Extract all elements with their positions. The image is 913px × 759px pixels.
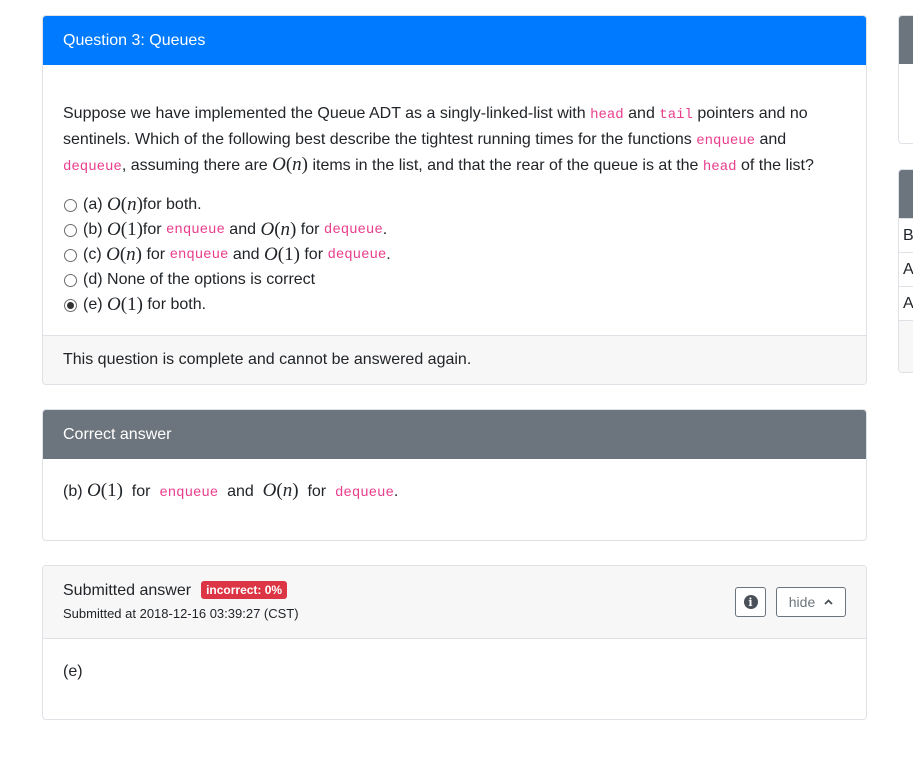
side-panel-row[interactable]: B: [899, 218, 913, 252]
code-head: head: [702, 159, 737, 175]
hide-button[interactable]: hide: [776, 587, 846, 617]
side-panel-bottom-header: [899, 170, 913, 218]
submitted-answer-text: (e): [63, 663, 83, 680]
side-panel-top: [898, 15, 913, 144]
question-title: Question 3: Queues: [43, 16, 866, 65]
submitted-answer-card: Submitted answer incorrect: 0% Submitted …: [42, 565, 867, 720]
side-panel-footer: [899, 320, 913, 372]
question-footer: This question is complete and cannot be …: [43, 335, 866, 384]
side-panel-row[interactable]: A: [899, 286, 913, 320]
radio-button[interactable]: [64, 273, 77, 287]
radio-button[interactable]: [64, 248, 77, 262]
option-c[interactable]: (c) O(n) for enqueue and O(1) for dequeu…: [63, 243, 846, 268]
code-enqueue: enqueue: [696, 132, 756, 149]
option-b[interactable]: (b) O(1) for enqueue and O(n) for dequeu…: [63, 218, 846, 243]
side-panel-top-header: [899, 16, 913, 64]
submitted-answer-header: Submitted answer incorrect: 0% Submitted …: [43, 566, 866, 639]
question-body: Suppose we have implemented the Queue AD…: [43, 65, 866, 318]
correct-answer-header: Correct answer: [43, 410, 866, 459]
question-card: Question 3: Queues Suppose we have imple…: [42, 15, 867, 385]
submitted-answer-body: (e): [43, 639, 866, 685]
correct-answer-card: Correct answer (b) O(1) for enqueue and …: [42, 409, 867, 541]
question-title-text: Question 3: Queues: [63, 31, 206, 49]
radio-button[interactable]: [64, 223, 77, 237]
side-panel-bottom: B A A: [898, 169, 913, 373]
side-panel-row[interactable]: A: [899, 252, 913, 286]
info-icon: i: [743, 595, 758, 609]
status-badge: incorrect: 0%: [201, 581, 288, 599]
code-head: head: [590, 107, 624, 123]
submitted-answer-title: Submitted answer: [63, 582, 192, 599]
math-On: O(n): [272, 154, 308, 175]
chevron-up-icon: [824, 596, 833, 608]
info-button[interactable]: i: [735, 587, 766, 617]
option-a[interactable]: (a) O(n) for both.: [63, 193, 846, 218]
option-d[interactable]: (d) None of the options is correct: [63, 268, 846, 293]
code-dequeue: dequeue: [63, 159, 122, 175]
radio-button[interactable]: [64, 198, 77, 212]
correct-answer-text: (b) O(1) for enqueue and O(n) for dequeu…: [63, 480, 399, 501]
option-e[interactable]: (e) O(1) for both.: [63, 293, 846, 318]
answer-options: (a) O(n) for both. (b) O(1) for enqueue …: [63, 193, 846, 318]
radio-button-selected[interactable]: [64, 298, 77, 312]
correct-answer-body: (b) O(1) for enqueue and O(n) for dequeu…: [43, 459, 866, 506]
question-prompt: Suppose we have implemented the Queue AD…: [63, 105, 814, 175]
question-status-text: This question is complete and cannot be …: [63, 351, 472, 368]
submission-timestamp: Submitted at 2018-12-16 03:39:27 (CST): [63, 606, 299, 621]
code-tail: tail: [659, 107, 693, 123]
